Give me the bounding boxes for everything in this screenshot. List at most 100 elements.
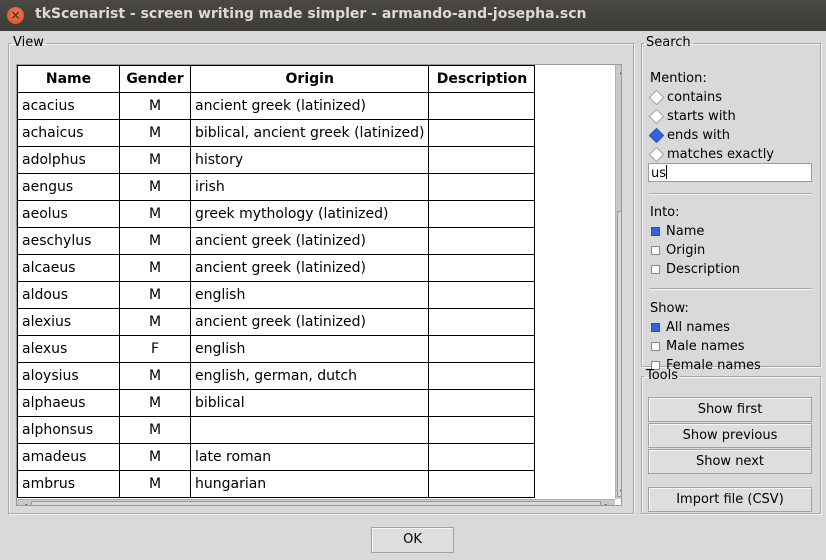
table-row[interactable]: aloysius Menglish, german, dutch <box>17 362 536 390</box>
search-query-input[interactable]: us <box>648 163 812 182</box>
mention-option-label: matches exactly <box>667 146 774 162</box>
vertical-scroll-thumb[interactable] <box>617 211 621 497</box>
name-cell: alcaeus <box>17 254 120 282</box>
gender-cell: M <box>119 254 191 282</box>
name-cell: amadeus <box>17 443 120 471</box>
into-option[interactable]: Name <box>650 222 704 240</box>
table-row[interactable]: alexius Mancient greek (latinized) <box>17 308 536 336</box>
table-row[interactable]: amadeus Mlate roman <box>17 443 536 471</box>
table-row[interactable]: alphaeus Mbiblical <box>17 389 536 417</box>
vertical-scrollbar[interactable]: ▲ ▼ <box>615 65 621 499</box>
checkbox-icon[interactable] <box>651 226 660 236</box>
names-table-area: Name Gender Origin Description acacius Ma… <box>16 64 622 506</box>
search-legend: Search <box>646 35 691 50</box>
show-next-button[interactable]: Show next <box>648 449 812 474</box>
gender-cell: M <box>119 200 191 228</box>
table-row[interactable]: alphonsus M <box>17 416 536 444</box>
name-cell: aengus <box>17 173 120 201</box>
origin-cell: history <box>189 146 430 174</box>
name-cell: aeolus <box>17 200 120 228</box>
table-row[interactable]: achaicus Mbiblical, ancient greek (latini… <box>17 119 536 147</box>
mention-option[interactable]: starts with <box>650 107 736 125</box>
into-option[interactable]: Description <box>650 260 740 278</box>
show-option-label: All names <box>666 319 730 335</box>
import-file-button[interactable]: Import file (CSV) <box>648 487 812 512</box>
into-option-label: Name <box>666 223 705 239</box>
name-cell: aloysius <box>17 362 120 390</box>
table-row[interactable]: ambrus Mhungarian <box>17 470 536 498</box>
column-header-description[interactable]: Description <box>428 65 536 93</box>
mention-option-label: starts with <box>667 108 736 124</box>
scroll-right-arrow-icon[interactable]: ▶ <box>601 502 615 505</box>
origin-cell: ancient greek (latinized) <box>189 308 430 336</box>
show-previous-button[interactable]: Show previous <box>648 423 812 448</box>
show-option[interactable]: Male names <box>650 337 745 355</box>
table-row[interactable]: alcaeus Mancient greek (latinized) <box>17 254 536 282</box>
description-cell <box>428 335 536 363</box>
window-title: tkScenarist - screen writing made simple… <box>35 6 587 22</box>
radio-button-icon[interactable] <box>650 90 663 104</box>
origin-cell: biblical, ancient greek (latinized) <box>189 119 430 147</box>
gender-cell: M <box>119 389 191 417</box>
column-header-gender[interactable]: Gender <box>119 65 191 93</box>
origin-cell: english, german, dutch <box>189 362 430 390</box>
name-cell: ambrus <box>17 470 120 498</box>
scroll-down-arrow-icon[interactable]: ▼ <box>616 488 621 498</box>
origin-cell: biblical <box>189 389 430 417</box>
tools-legend: Tools <box>646 368 679 383</box>
origin-cell: english <box>189 335 430 363</box>
checkbox-icon[interactable] <box>651 264 660 274</box>
radio-button-icon[interactable] <box>650 147 663 161</box>
into-label: Into: <box>650 205 680 220</box>
gender-cell: M <box>119 119 191 147</box>
checkbox-icon[interactable] <box>651 341 660 351</box>
ok-button[interactable]: OK <box>371 527 454 553</box>
mention-label: Mention: <box>650 71 707 86</box>
close-window-button[interactable]: × <box>7 7 24 24</box>
table-row[interactable]: acacius Mancient greek (latinized) <box>17 92 536 120</box>
view-legend: View <box>13 35 44 50</box>
name-cell: alexus <box>17 335 120 363</box>
table-row[interactable]: aldous Menglish <box>17 281 536 309</box>
checkbox-icon[interactable] <box>651 322 660 332</box>
checkbox-icon[interactable] <box>651 245 660 255</box>
table-row[interactable]: aengus Mirish <box>17 173 536 201</box>
mention-option[interactable]: contains <box>650 88 722 106</box>
horizontal-scrollbar[interactable]: ◀ ▶ <box>17 499 615 505</box>
into-option[interactable]: Origin <box>650 241 705 259</box>
origin-cell: english <box>189 281 430 309</box>
description-cell <box>428 281 536 309</box>
mention-option[interactable]: matches exactly <box>650 145 774 163</box>
column-header-origin[interactable]: Origin <box>189 65 430 93</box>
description-cell <box>428 227 536 255</box>
description-cell <box>428 254 536 282</box>
name-cell: alexius <box>17 308 120 336</box>
table-row[interactable]: adolphus Mhistory <box>17 146 536 174</box>
gender-cell: M <box>119 173 191 201</box>
gender-cell: M <box>119 227 191 255</box>
name-cell: adolphus <box>17 146 120 174</box>
origin-cell: ancient greek (latinized) <box>189 92 430 120</box>
mention-option[interactable]: ends with <box>650 126 730 144</box>
show-first-button[interactable]: Show first <box>648 397 812 422</box>
gender-cell: M <box>119 362 191 390</box>
radio-button-icon[interactable] <box>650 128 663 142</box>
search-group: Search Mention: contains starts with ends … <box>641 35 821 373</box>
scroll-up-arrow-icon[interactable]: ▲ <box>616 66 621 76</box>
window-titlebar: × tkScenarist - screen writing made simp… <box>0 0 826 31</box>
name-cell: alphonsus <box>17 416 120 444</box>
show-option[interactable]: All names <box>650 318 730 336</box>
gender-cell: M <box>119 416 191 444</box>
column-header-name[interactable]: Name <box>17 65 120 93</box>
origin-cell: late roman <box>189 443 430 471</box>
description-cell <box>428 362 536 390</box>
radio-button-icon[interactable] <box>650 109 663 123</box>
separator <box>649 193 812 195</box>
table-row[interactable]: aeolus Mgreek mythology (latinized) <box>17 200 536 228</box>
close-icon: × <box>10 8 21 22</box>
table-row[interactable]: alexus Fenglish <box>17 335 536 363</box>
scroll-left-arrow-icon[interactable]: ◀ <box>17 502 31 505</box>
table-row[interactable]: aeschylus Mancient greek (latinized) <box>17 227 536 255</box>
description-cell <box>428 92 536 120</box>
horizontal-scroll-thumb[interactable] <box>31 501 601 505</box>
